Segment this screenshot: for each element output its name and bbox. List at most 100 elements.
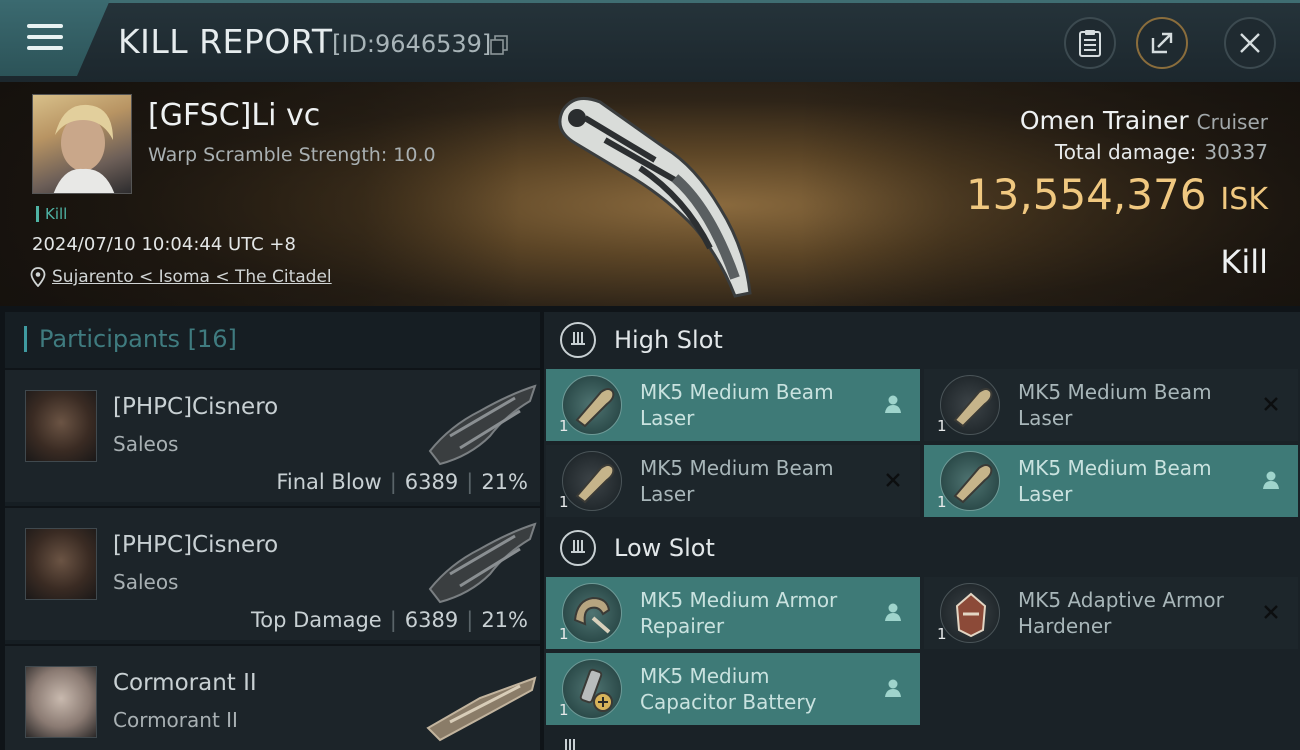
kill-tag: Kill [36,206,67,222]
beam-laser-icon [940,375,1000,435]
participant-name: [PHPC]Cisnero [113,394,279,420]
result-label: Kill [1220,243,1268,281]
module-name: MK5 Medium Capacitor Battery [640,663,870,715]
participant-name: [PHPC]Cisnero [113,532,279,558]
module-name: MK5 Medium Beam Laser [1018,379,1248,431]
module-name-line2: Laser [640,406,695,430]
participant-percent: 21% [481,608,528,632]
victim-ship[interactable]: Omen Trainer Cruiser [1020,106,1268,135]
destroyed-x-icon [1258,599,1284,625]
participant-ship: Saleos [113,432,179,456]
destroyed-x-icon [1258,391,1284,417]
module-name-line1: MK5 Medium Beam [1018,456,1212,480]
participant-avatar [25,666,97,738]
participant-row[interactable]: [PHPC]Cisnero Saleos Final Blow | 6389 | 21% [5,368,540,502]
share-button[interactable] [1136,17,1188,69]
person-icon [1258,467,1284,493]
participant-avatar [25,390,97,462]
person-icon [880,599,906,625]
participant-avatar [25,528,97,600]
low-slot-header: Low Slot [548,530,715,566]
module-slot[interactable]: 1 MK5 Medium Capacitor Battery [546,653,920,725]
participant-ship-image [426,676,537,742]
module-quantity: 1 [559,493,569,511]
portrait-image [53,104,115,193]
participant-stats: Top Damage | 6389 | 21% [251,608,528,632]
beam-laser-icon [562,375,622,435]
module-name: MK5 Medium Beam Laser [640,379,870,431]
beam-laser-icon [562,451,622,511]
module-name: MK5 Medium Armor Repairer [640,587,870,639]
close-button[interactable] [1224,17,1276,69]
module-slot[interactable]: 1 MK5 Medium Beam Laser [924,445,1298,517]
module-name-line2: Capacitor Battery [640,690,817,714]
module-name-line1: MK5 Medium Beam [640,456,834,480]
stats-divider: | [389,608,397,632]
participant-row[interactable]: [PHPC]Cisnero Saleos Top Damage | 6389 | 21% [5,506,540,640]
beam-laser-icon [940,451,1000,511]
module-name-line2: Laser [640,482,695,506]
person-icon [880,675,906,701]
person-icon [880,391,906,417]
kill-datetime: 2024/07/10 10:04:44 UTC +8 [32,234,296,255]
clipboard-button[interactable] [1064,17,1116,69]
module-name-line1: MK5 Adaptive Armor [1018,588,1224,612]
high-slot-icon [560,322,596,358]
participant-damage: 6389 [404,470,459,494]
copy-icon[interactable] [490,35,508,55]
module-name: MK5 Medium Beam Laser [640,455,870,507]
capacitor-battery-icon [562,659,622,719]
participant-row[interactable]: Cormorant II Cormorant II [5,644,540,750]
low-slot-title: Low Slot [614,534,715,562]
module-name: MK5 Medium Beam Laser [1018,455,1248,507]
module-slot[interactable]: 1 MK5 Medium Beam Laser [546,445,920,517]
participant-ship: Saleos [113,570,179,594]
report-id: [ID:9646539] [332,30,492,58]
location-pin-icon [30,267,46,287]
warp-scramble-strength: Warp Scramble Strength: 10.0 [148,144,436,166]
module-name: MK5 Adaptive Armor Hardener [1018,587,1248,639]
module-quantity: 1 [937,625,947,643]
participant-damage: 6389 [404,608,459,632]
kill-location[interactable]: Sujarento < Isoma < The Citadel [30,267,332,287]
participant-name: Cormorant II [113,670,257,696]
module-slot[interactable]: 1 MK5 Adaptive Armor Hardener [924,577,1298,649]
ship-class-label: Cruiser [1196,110,1268,134]
module-quantity: 1 [559,625,569,643]
page-title: KILL REPORT [118,22,333,61]
module-quantity: 1 [559,701,569,719]
participants-title: Participants [16] [24,326,237,352]
low-slot-icon [560,530,596,566]
module-slot[interactable]: 1 MK5 Medium Beam Laser [924,369,1298,441]
module-quantity: 1 [937,493,947,511]
ship-name-label: Omen Trainer [1019,106,1189,135]
module-name-line2: Hardener [1018,614,1112,638]
module-slot[interactable]: 1 MK5 Medium Armor Repairer [546,577,920,649]
high-slot-title: High Slot [614,326,723,354]
victim-name[interactable]: [GFSC]Li vc [148,98,320,133]
module-quantity: 1 [937,417,947,435]
location-link[interactable]: Sujarento < Isoma < The Citadel [52,267,332,287]
module-quantity: 1 [559,417,569,435]
clipboard-icon [1079,30,1101,57]
module-slot[interactable]: 1 MK5 Medium Beam Laser [546,369,920,441]
stats-divider: | [389,470,397,494]
isk-amount: 13,554,376 [965,170,1207,219]
total-damage-value: 30337 [1204,140,1268,164]
hamburger-icon [27,24,63,52]
victim-avatar[interactable] [32,94,132,194]
module-name-line2: Laser [1018,482,1073,506]
total-damage-label: Total damage: [1054,140,1197,164]
participant-role: Final Blow [276,470,382,494]
destroyed-x-icon [880,467,906,493]
close-icon [1240,33,1260,53]
high-slot-header: High Slot [548,322,723,358]
participant-stats: Final Blow | 6389 | 21% [276,470,528,494]
stats-divider: | [466,608,474,632]
module-name-line1: MK5 Medium Beam [1018,380,1212,404]
isk-unit: ISK [1220,182,1268,217]
isk-value: 13,554,376 ISK [966,170,1268,219]
participant-ship: Cormorant II [113,708,238,732]
module-name-line2: Repairer [640,614,725,638]
module-name-line1: MK5 Medium Armor [640,588,838,612]
